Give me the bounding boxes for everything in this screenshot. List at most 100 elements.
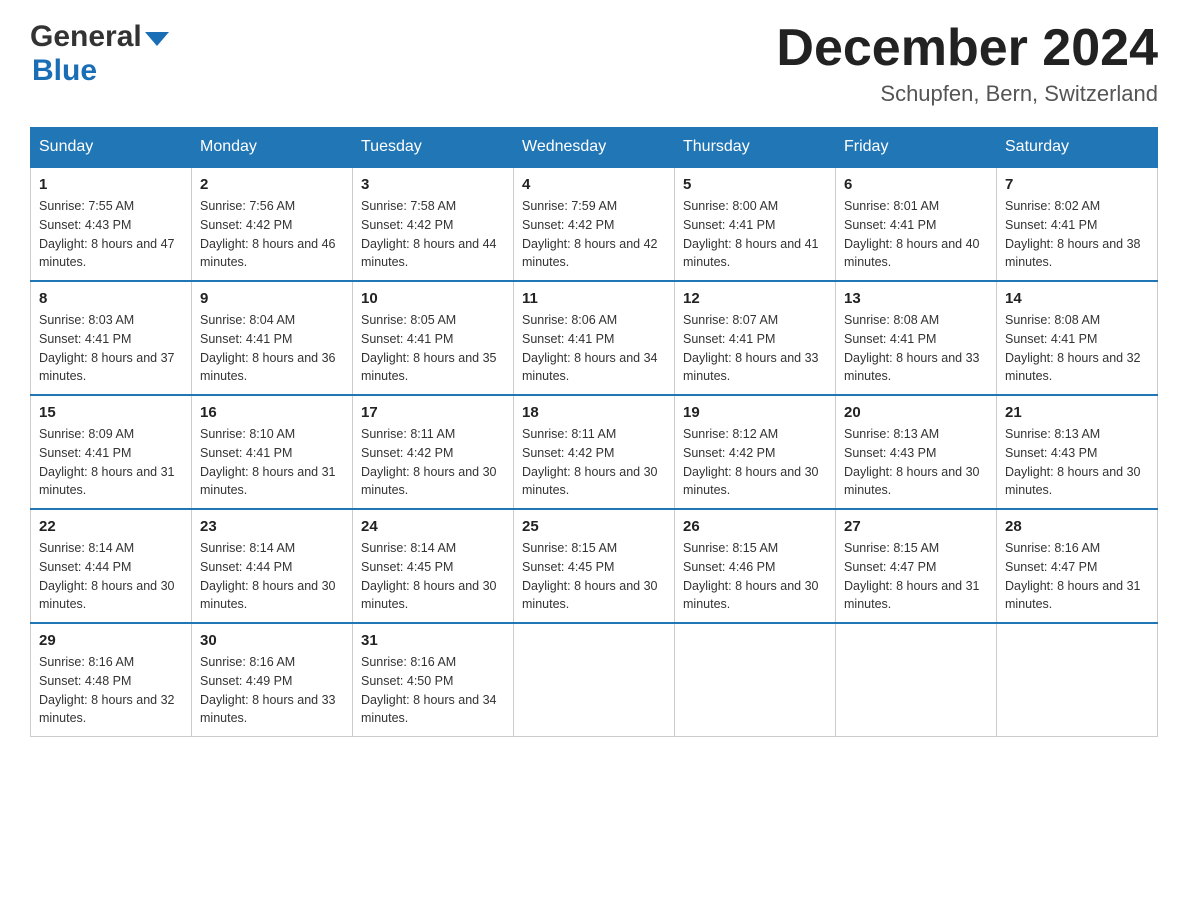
calendar-week-row: 22 Sunrise: 8:14 AM Sunset: 4:44 PM Dayl… bbox=[31, 509, 1158, 623]
day-number: 1 bbox=[39, 176, 183, 193]
logo-general-text: General bbox=[30, 20, 142, 54]
day-info: Sunrise: 8:05 AM Sunset: 4:41 PM Dayligh… bbox=[361, 311, 505, 386]
day-info: Sunrise: 8:16 AM Sunset: 4:48 PM Dayligh… bbox=[39, 653, 183, 728]
calendar-week-row: 15 Sunrise: 8:09 AM Sunset: 4:41 PM Dayl… bbox=[31, 395, 1158, 509]
table-row: 1 Sunrise: 7:55 AM Sunset: 4:43 PM Dayli… bbox=[31, 167, 192, 281]
table-row: 27 Sunrise: 8:15 AM Sunset: 4:47 PM Dayl… bbox=[836, 509, 997, 623]
day-info: Sunrise: 8:14 AM Sunset: 4:45 PM Dayligh… bbox=[361, 539, 505, 614]
table-row: 29 Sunrise: 8:16 AM Sunset: 4:48 PM Dayl… bbox=[31, 623, 192, 737]
day-info: Sunrise: 7:59 AM Sunset: 4:42 PM Dayligh… bbox=[522, 197, 666, 272]
day-number: 30 bbox=[200, 632, 344, 649]
day-info: Sunrise: 8:09 AM Sunset: 4:41 PM Dayligh… bbox=[39, 425, 183, 500]
table-row: 22 Sunrise: 8:14 AM Sunset: 4:44 PM Dayl… bbox=[31, 509, 192, 623]
day-number: 21 bbox=[1005, 404, 1149, 421]
calendar-week-row: 1 Sunrise: 7:55 AM Sunset: 4:43 PM Dayli… bbox=[31, 167, 1158, 281]
table-row: 10 Sunrise: 8:05 AM Sunset: 4:41 PM Dayl… bbox=[353, 281, 514, 395]
day-number: 23 bbox=[200, 518, 344, 535]
table-row: 23 Sunrise: 8:14 AM Sunset: 4:44 PM Dayl… bbox=[192, 509, 353, 623]
table-row bbox=[836, 623, 997, 737]
day-info: Sunrise: 8:08 AM Sunset: 4:41 PM Dayligh… bbox=[1005, 311, 1149, 386]
table-row: 6 Sunrise: 8:01 AM Sunset: 4:41 PM Dayli… bbox=[836, 167, 997, 281]
day-info: Sunrise: 8:11 AM Sunset: 4:42 PM Dayligh… bbox=[361, 425, 505, 500]
day-info: Sunrise: 8:13 AM Sunset: 4:43 PM Dayligh… bbox=[844, 425, 988, 500]
day-info: Sunrise: 8:11 AM Sunset: 4:42 PM Dayligh… bbox=[522, 425, 666, 500]
col-monday: Monday bbox=[192, 128, 353, 168]
day-info: Sunrise: 8:12 AM Sunset: 4:42 PM Dayligh… bbox=[683, 425, 827, 500]
day-number: 19 bbox=[683, 404, 827, 421]
table-row: 3 Sunrise: 7:58 AM Sunset: 4:42 PM Dayli… bbox=[353, 167, 514, 281]
table-row: 13 Sunrise: 8:08 AM Sunset: 4:41 PM Dayl… bbox=[836, 281, 997, 395]
table-row: 2 Sunrise: 7:56 AM Sunset: 4:42 PM Dayli… bbox=[192, 167, 353, 281]
day-info: Sunrise: 8:08 AM Sunset: 4:41 PM Dayligh… bbox=[844, 311, 988, 386]
day-number: 28 bbox=[1005, 518, 1149, 535]
day-number: 25 bbox=[522, 518, 666, 535]
day-number: 4 bbox=[522, 176, 666, 193]
col-wednesday: Wednesday bbox=[514, 128, 675, 168]
day-number: 31 bbox=[361, 632, 505, 649]
table-row: 5 Sunrise: 8:00 AM Sunset: 4:41 PM Dayli… bbox=[675, 167, 836, 281]
day-number: 9 bbox=[200, 290, 344, 307]
calendar-header-row: Sunday Monday Tuesday Wednesday Thursday… bbox=[31, 128, 1158, 168]
day-number: 17 bbox=[361, 404, 505, 421]
day-number: 16 bbox=[200, 404, 344, 421]
logo-arrow-icon bbox=[145, 32, 169, 46]
day-number: 12 bbox=[683, 290, 827, 307]
day-info: Sunrise: 8:14 AM Sunset: 4:44 PM Dayligh… bbox=[39, 539, 183, 614]
day-number: 15 bbox=[39, 404, 183, 421]
day-number: 13 bbox=[844, 290, 988, 307]
table-row: 12 Sunrise: 8:07 AM Sunset: 4:41 PM Dayl… bbox=[675, 281, 836, 395]
day-info: Sunrise: 8:14 AM Sunset: 4:44 PM Dayligh… bbox=[200, 539, 344, 614]
page-header: General Blue December 2024 Schupfen, Ber… bbox=[30, 20, 1158, 107]
col-thursday: Thursday bbox=[675, 128, 836, 168]
day-info: Sunrise: 8:13 AM Sunset: 4:43 PM Dayligh… bbox=[1005, 425, 1149, 500]
day-info: Sunrise: 8:01 AM Sunset: 4:41 PM Dayligh… bbox=[844, 197, 988, 272]
table-row: 14 Sunrise: 8:08 AM Sunset: 4:41 PM Dayl… bbox=[997, 281, 1158, 395]
day-number: 20 bbox=[844, 404, 988, 421]
table-row: 26 Sunrise: 8:15 AM Sunset: 4:46 PM Dayl… bbox=[675, 509, 836, 623]
day-info: Sunrise: 8:15 AM Sunset: 4:47 PM Dayligh… bbox=[844, 539, 988, 614]
logo: General Blue bbox=[30, 20, 169, 88]
day-number: 27 bbox=[844, 518, 988, 535]
day-info: Sunrise: 8:15 AM Sunset: 4:46 PM Dayligh… bbox=[683, 539, 827, 614]
table-row: 20 Sunrise: 8:13 AM Sunset: 4:43 PM Dayl… bbox=[836, 395, 997, 509]
day-number: 3 bbox=[361, 176, 505, 193]
day-info: Sunrise: 8:15 AM Sunset: 4:45 PM Dayligh… bbox=[522, 539, 666, 614]
table-row: 17 Sunrise: 8:11 AM Sunset: 4:42 PM Dayl… bbox=[353, 395, 514, 509]
day-number: 5 bbox=[683, 176, 827, 193]
table-row: 11 Sunrise: 8:06 AM Sunset: 4:41 PM Dayl… bbox=[514, 281, 675, 395]
table-row: 31 Sunrise: 8:16 AM Sunset: 4:50 PM Dayl… bbox=[353, 623, 514, 737]
day-info: Sunrise: 8:16 AM Sunset: 4:47 PM Dayligh… bbox=[1005, 539, 1149, 614]
month-title: December 2024 bbox=[776, 20, 1158, 77]
day-number: 29 bbox=[39, 632, 183, 649]
day-number: 14 bbox=[1005, 290, 1149, 307]
day-info: Sunrise: 7:56 AM Sunset: 4:42 PM Dayligh… bbox=[200, 197, 344, 272]
day-number: 22 bbox=[39, 518, 183, 535]
table-row bbox=[997, 623, 1158, 737]
table-row: 25 Sunrise: 8:15 AM Sunset: 4:45 PM Dayl… bbox=[514, 509, 675, 623]
day-info: Sunrise: 7:55 AM Sunset: 4:43 PM Dayligh… bbox=[39, 197, 183, 272]
table-row bbox=[675, 623, 836, 737]
calendar-week-row: 29 Sunrise: 8:16 AM Sunset: 4:48 PM Dayl… bbox=[31, 623, 1158, 737]
day-number: 26 bbox=[683, 518, 827, 535]
table-row: 4 Sunrise: 7:59 AM Sunset: 4:42 PM Dayli… bbox=[514, 167, 675, 281]
day-info: Sunrise: 7:58 AM Sunset: 4:42 PM Dayligh… bbox=[361, 197, 505, 272]
table-row: 21 Sunrise: 8:13 AM Sunset: 4:43 PM Dayl… bbox=[997, 395, 1158, 509]
day-number: 10 bbox=[361, 290, 505, 307]
day-info: Sunrise: 8:16 AM Sunset: 4:50 PM Dayligh… bbox=[361, 653, 505, 728]
calendar-week-row: 8 Sunrise: 8:03 AM Sunset: 4:41 PM Dayli… bbox=[31, 281, 1158, 395]
day-info: Sunrise: 8:10 AM Sunset: 4:41 PM Dayligh… bbox=[200, 425, 344, 500]
table-row: 8 Sunrise: 8:03 AM Sunset: 4:41 PM Dayli… bbox=[31, 281, 192, 395]
table-row bbox=[514, 623, 675, 737]
day-number: 24 bbox=[361, 518, 505, 535]
table-row: 18 Sunrise: 8:11 AM Sunset: 4:42 PM Dayl… bbox=[514, 395, 675, 509]
col-sunday: Sunday bbox=[31, 128, 192, 168]
table-row: 9 Sunrise: 8:04 AM Sunset: 4:41 PM Dayli… bbox=[192, 281, 353, 395]
day-number: 8 bbox=[39, 290, 183, 307]
table-row: 15 Sunrise: 8:09 AM Sunset: 4:41 PM Dayl… bbox=[31, 395, 192, 509]
day-info: Sunrise: 8:06 AM Sunset: 4:41 PM Dayligh… bbox=[522, 311, 666, 386]
day-info: Sunrise: 8:00 AM Sunset: 4:41 PM Dayligh… bbox=[683, 197, 827, 272]
calendar-table: Sunday Monday Tuesday Wednesday Thursday… bbox=[30, 127, 1158, 737]
col-friday: Friday bbox=[836, 128, 997, 168]
day-number: 7 bbox=[1005, 176, 1149, 193]
table-row: 7 Sunrise: 8:02 AM Sunset: 4:41 PM Dayli… bbox=[997, 167, 1158, 281]
